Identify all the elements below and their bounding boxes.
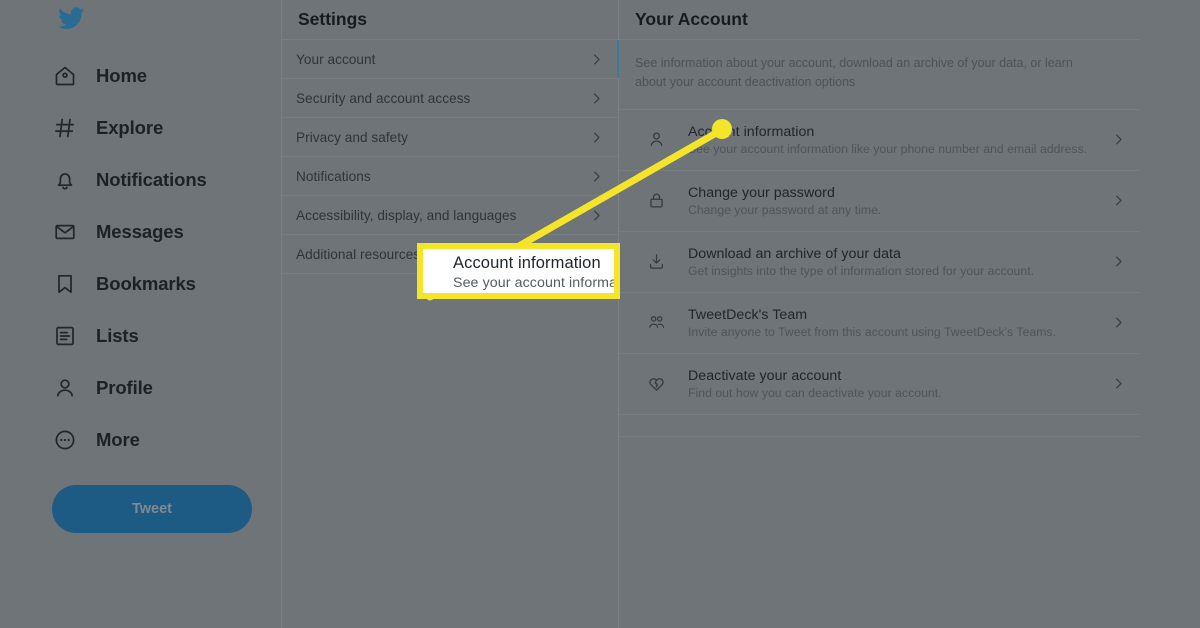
chevron-right-icon: [589, 169, 604, 184]
settings-item-label: Accessibility, display, and languages: [296, 207, 517, 223]
twitter-settings-app: Home Explore Notifications Messages Book…: [0, 0, 1200, 628]
chevron-right-icon: [1103, 254, 1126, 269]
sidebar-item-label: Explore: [96, 117, 164, 138]
settings-item-label: Privacy and safety: [296, 129, 408, 145]
person-icon: [52, 375, 78, 401]
detail-item-title: Change your password: [688, 184, 835, 201]
panel-title: Your Account: [619, 0, 1140, 40]
detail-item-subtitle: Change your password at any time.: [688, 202, 882, 217]
list-icon: [52, 323, 78, 349]
chevron-right-icon: [1103, 132, 1126, 147]
detail-item-title: TweetDeck's Team: [688, 306, 808, 323]
settings-title: Settings: [282, 0, 618, 40]
settings-item-label: Security and account access: [296, 90, 471, 106]
panel-description: See information about your account, down…: [619, 40, 1140, 110]
settings-item-label: Notifications: [296, 168, 371, 184]
settings-column: Settings Your account Security and accou…: [281, 0, 619, 628]
primary-sidebar: Home Explore Notifications Messages Book…: [0, 0, 281, 628]
detail-item-text: Account information See your account inf…: [688, 124, 1103, 156]
settings-list: Your account Security and account access…: [282, 40, 619, 274]
lock-icon: [645, 191, 667, 210]
settings-item-security-and-account-access[interactable]: Security and account access: [282, 79, 618, 118]
detail-item-tweetdecks-team[interactable]: TweetDeck's Team Invite anyone to Tweet …: [619, 293, 1140, 354]
sidebar-item-more[interactable]: More: [52, 414, 281, 466]
settings-item-label: Additional resources: [296, 246, 421, 262]
sidebar-item-label: Lists: [96, 325, 139, 346]
detail-item-change-your-password[interactable]: Change your password Change your passwor…: [619, 171, 1140, 232]
sidebar-item-notifications[interactable]: Notifications: [52, 154, 281, 206]
chevron-right-icon: [1103, 193, 1126, 208]
panel-list-end-divider: [619, 415, 1140, 437]
detail-item-title: Deactivate your account: [688, 367, 842, 384]
person-icon: [645, 130, 667, 149]
sidebar-item-lists[interactable]: Lists: [52, 310, 281, 362]
detail-item-text: Deactivate your account Find out how you…: [688, 368, 1103, 400]
sidebar-item-label: More: [96, 429, 140, 450]
detail-item-subtitle: Invite anyone to Tweet from this account…: [688, 324, 1057, 339]
detail-item-subtitle: See your account information like your p…: [688, 141, 1088, 156]
download-icon: [645, 252, 667, 271]
more-circle-icon: [52, 427, 78, 453]
settings-item-additional-resources[interactable]: Additional resources: [282, 235, 618, 274]
chevron-right-icon: [1103, 376, 1126, 391]
hashtag-icon: [52, 115, 78, 141]
detail-item-account-information[interactable]: Account information See your account inf…: [619, 110, 1140, 171]
detail-item-text: TweetDeck's Team Invite anyone to Tweet …: [688, 307, 1103, 339]
bell-icon: [52, 167, 78, 193]
tweet-button[interactable]: Tweet: [52, 485, 252, 533]
sidebar-item-explore[interactable]: Explore: [52, 102, 281, 154]
chevron-right-icon: [589, 91, 604, 106]
chevron-right-icon: [589, 247, 604, 262]
sidebar-item-home[interactable]: Home: [52, 50, 281, 102]
chevron-right-icon: [589, 52, 604, 67]
sidebar-item-label: Profile: [96, 377, 153, 398]
detail-item-deactivate-your-account[interactable]: Deactivate your account Find out how you…: [619, 354, 1140, 415]
sidebar-item-label: Home: [96, 65, 147, 86]
detail-item-title: Download an archive of your data: [688, 245, 901, 262]
detail-item-title: Account information: [688, 123, 815, 140]
detail-item-subtitle: Find out how you can deactivate your acc…: [688, 385, 942, 400]
sidebar-item-bookmarks[interactable]: Bookmarks: [52, 258, 281, 310]
settings-item-label: Your account: [296, 51, 376, 67]
sidebar-item-label: Bookmarks: [96, 273, 196, 294]
sidebar-item-label: Notifications: [96, 169, 207, 190]
people-group-icon: [645, 313, 667, 332]
sidebar-item-label: Messages: [96, 221, 184, 242]
settings-item-notifications[interactable]: Notifications: [282, 157, 618, 196]
detail-item-download-an-archive-of-your-data[interactable]: Download an archive of your data Get ins…: [619, 232, 1140, 293]
home-icon: [52, 63, 78, 89]
twitter-bird-icon[interactable]: [58, 2, 90, 34]
your-account-panel: Your Account See information about your …: [619, 0, 1200, 628]
broken-heart-icon: [645, 374, 667, 393]
chevron-right-icon: [589, 208, 604, 223]
envelope-icon: [52, 219, 78, 245]
settings-item-your-account[interactable]: Your account: [282, 40, 619, 79]
sidebar-item-messages[interactable]: Messages: [52, 206, 281, 258]
detail-item-text: Download an archive of your data Get ins…: [688, 246, 1103, 278]
chevron-right-icon: [1103, 315, 1126, 330]
detail-item-subtitle: Get insights into the type of informatio…: [688, 263, 1035, 278]
detail-item-text: Change your password Change your passwor…: [688, 185, 1103, 217]
chevron-right-icon: [589, 130, 604, 145]
bookmark-icon: [52, 271, 78, 297]
settings-item-accessibility-display-and-languages[interactable]: Accessibility, display, and languages: [282, 196, 618, 235]
sidebar-item-profile[interactable]: Profile: [52, 362, 281, 414]
settings-item-privacy-and-safety[interactable]: Privacy and safety: [282, 118, 618, 157]
